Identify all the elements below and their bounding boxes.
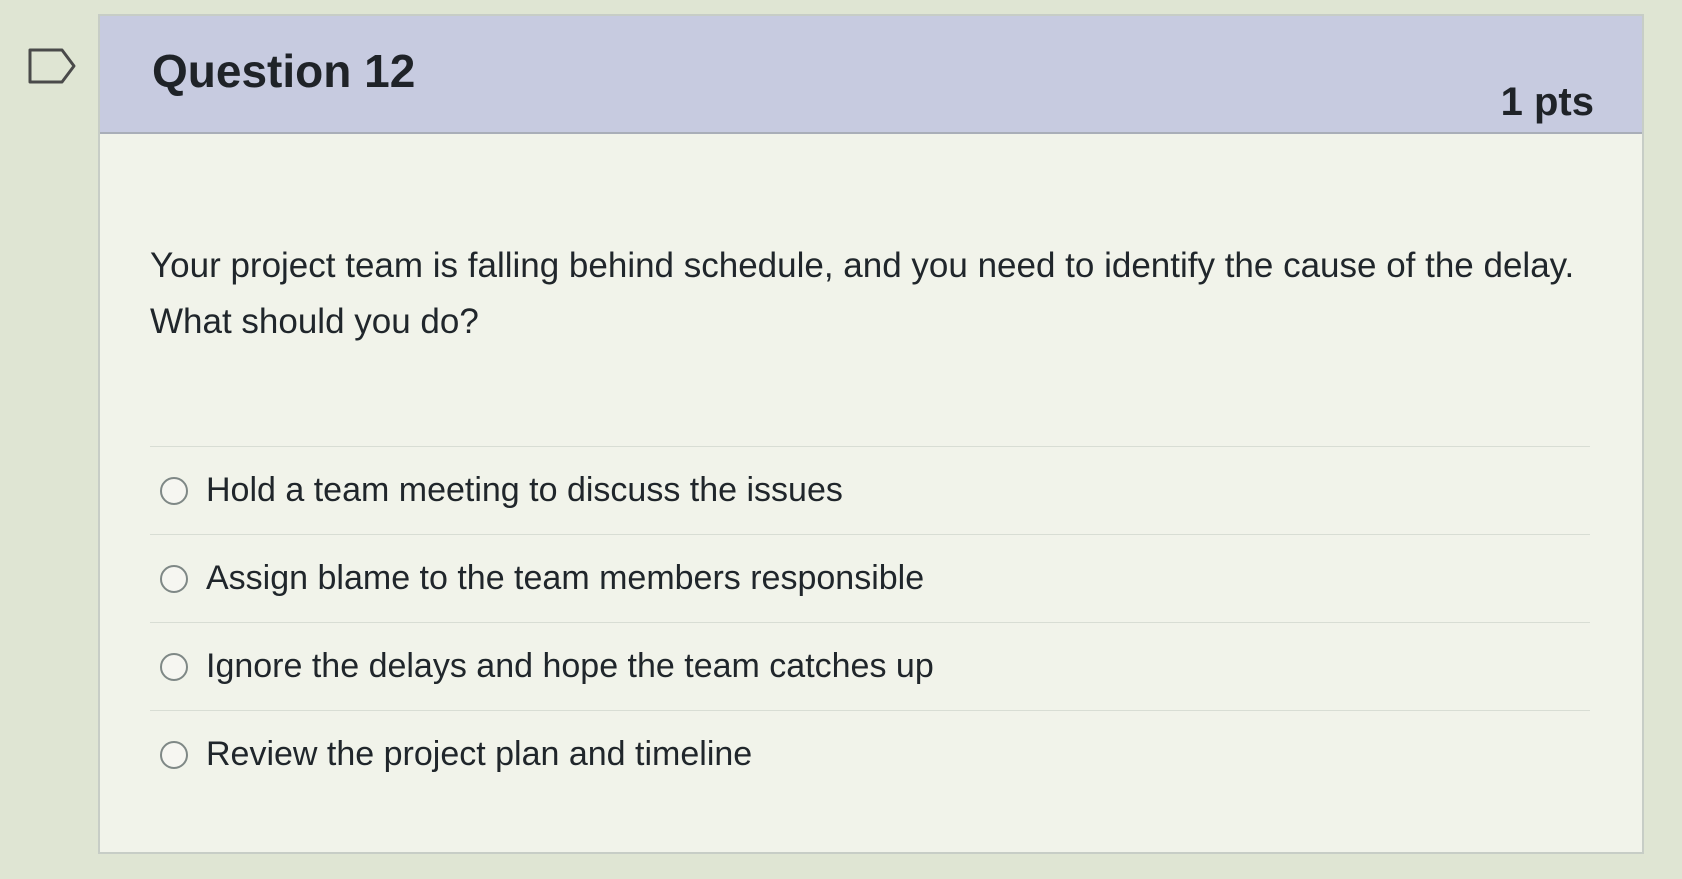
question-header: Question 12 1 pts	[100, 16, 1642, 134]
question-title: Question 12	[152, 45, 416, 97]
question-text: Your project team is falling behind sche…	[150, 246, 1575, 341]
flag-icon	[28, 48, 76, 84]
answer-option-2[interactable]: Assign blame to the team members respons…	[150, 534, 1590, 622]
radio-button-icon[interactable]	[160, 652, 188, 681]
question-points: 1 pts	[1500, 80, 1594, 124]
radio-button-icon[interactable]	[160, 740, 188, 769]
answer-list: Hold a team meeting to discuss the issue…	[150, 446, 1590, 798]
answer-option-3[interactable]: Ignore the delays and hope the team catc…	[150, 622, 1590, 710]
radio-button-icon[interactable]	[160, 476, 188, 505]
answer-option-4[interactable]: Review the project plan and timeline	[150, 710, 1590, 798]
answer-label: Review the project plan and timeline	[206, 735, 753, 773]
answer-label: Assign blame to the team members respons…	[206, 559, 925, 597]
question-card: Question 12 1 pts Your project team is f…	[98, 14, 1644, 854]
radio-button-icon[interactable]	[160, 564, 188, 593]
answer-option-1[interactable]: Hold a team meeting to discuss the issue…	[150, 446, 1590, 534]
answer-label: Hold a team meeting to discuss the issue…	[206, 471, 843, 509]
flag-question-button[interactable]	[28, 48, 78, 84]
answer-label: Ignore the delays and hope the team catc…	[206, 647, 934, 685]
